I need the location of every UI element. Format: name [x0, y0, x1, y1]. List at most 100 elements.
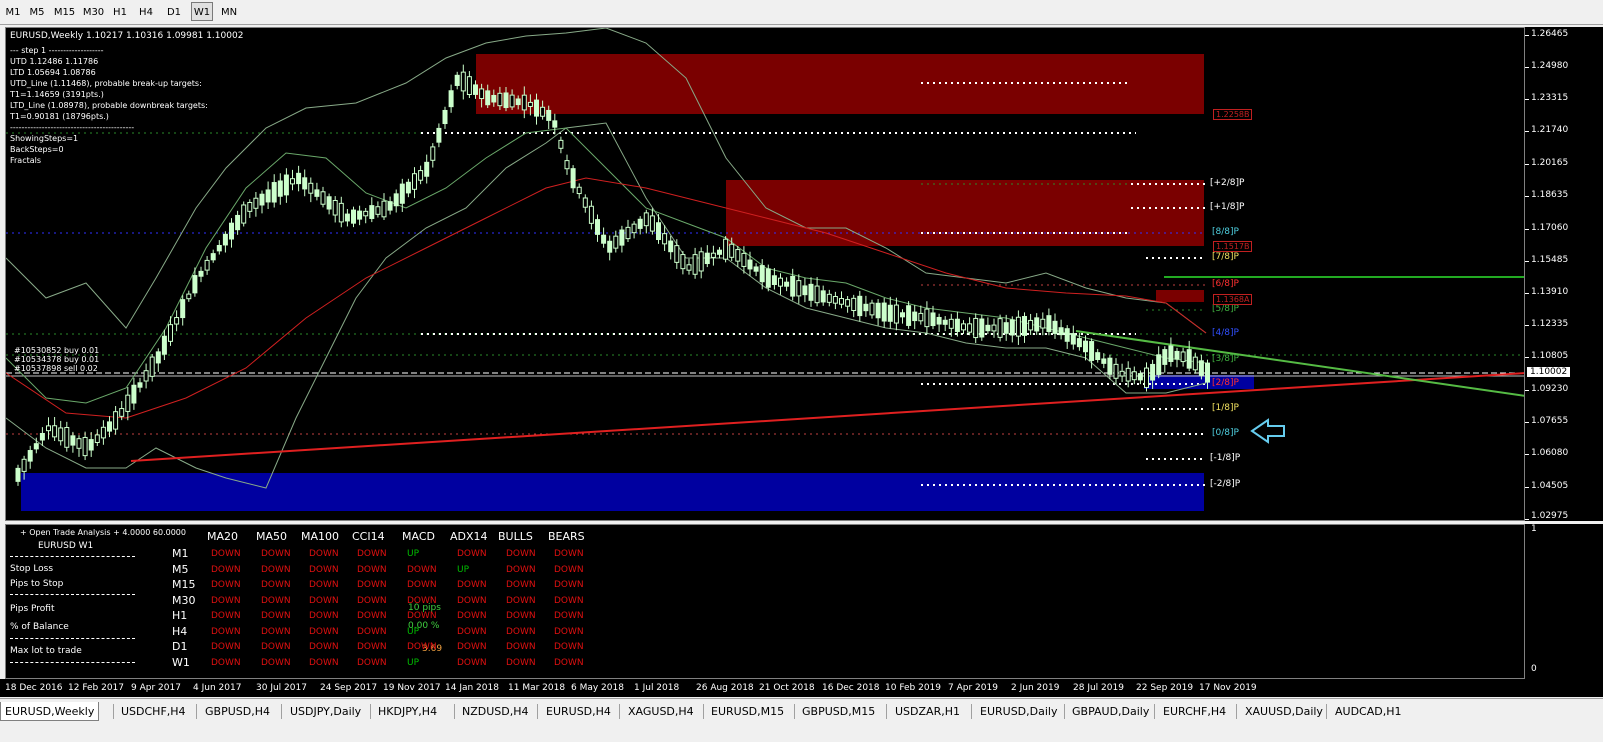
candle-body [168, 324, 173, 342]
matrix-cell: DOWN [457, 595, 487, 606]
candle-body [576, 186, 582, 195]
matrix-cell: DOWN [506, 595, 536, 606]
candle-body [1180, 351, 1186, 363]
candle-body [936, 316, 942, 325]
candle-body [1028, 319, 1034, 331]
tab-eurusd-daily[interactable]: EURUSD,Daily [980, 702, 1057, 721]
candle-body [881, 302, 887, 322]
candle-body [698, 251, 704, 272]
candle-body [290, 178, 295, 185]
matrix-cell: DOWN [211, 580, 241, 590]
tab-gbpusd-h4[interactable]: GBPUSD,H4 [205, 702, 270, 721]
matrix-cell: DOWN [554, 626, 584, 637]
tf-button-m30[interactable]: M30 [80, 2, 107, 21]
tab-eurusd-weekly[interactable]: EURUSD,Weekly [0, 702, 100, 721]
candle-body [637, 218, 643, 229]
candle-body [674, 245, 680, 263]
candle-body [619, 229, 625, 246]
tab-gbpusd-m15[interactable]: GBPUSD,M15 [802, 702, 875, 721]
matrix-cell: DOWN [261, 626, 291, 637]
matrix-row-timeframe: M30 [172, 593, 196, 607]
tab-eurusd-m15[interactable]: EURUSD,M15 [711, 702, 784, 721]
candle-body [265, 189, 271, 203]
tab-hkdjpy-h4[interactable]: HKDJPY,H4 [378, 702, 437, 721]
tf-button-h4[interactable]: H4 [135, 2, 157, 21]
murrey-label: [-2/8]P [1210, 479, 1241, 489]
candle-body [558, 139, 564, 149]
tf-button-m5[interactable]: M5 [26, 2, 48, 21]
zone-price-label: 1.1517B [1213, 241, 1253, 252]
candle-body [1150, 363, 1156, 381]
candle-body [802, 285, 808, 296]
candle-body [771, 275, 777, 286]
candle-body [338, 202, 344, 223]
candle-body [283, 174, 289, 196]
tab-gbpaud-daily[interactable]: GBPAUD,Daily [1072, 702, 1149, 721]
murrey-label: [1/8]P [1212, 403, 1239, 413]
candle-body [1144, 367, 1149, 388]
candle-body [918, 312, 924, 322]
matrix-cell: DOWN [457, 611, 487, 621]
candle-body [680, 254, 686, 270]
tf-button-d1[interactable]: D1 [163, 2, 185, 21]
tab-xagusd-h4[interactable]: XAGUSD,H4 [628, 702, 694, 721]
matrix-cell: DOWN [506, 611, 536, 621]
matrix-row-timeframe: H1 [172, 609, 188, 622]
tf-button-m15[interactable]: M15 [51, 2, 78, 21]
order-label[interactable]: #10534378 buy 0.01 [14, 355, 99, 364]
murrey-label: [+2/8]P [1210, 178, 1245, 188]
murrey-label: [3/8]P [1212, 354, 1239, 364]
matrix-col-header: MACD [402, 530, 435, 543]
candle-body [924, 308, 930, 328]
candle-body [1083, 340, 1088, 353]
candle-body [656, 222, 661, 241]
candle-body [662, 233, 668, 245]
tf-button-mn[interactable]: MN [217, 2, 241, 21]
tab-eurusd-h4[interactable]: EURUSD,H4 [546, 702, 611, 721]
chart-canvas [6, 28, 1524, 511]
tab-usdjpy-daily[interactable]: USDJPY,Daily [290, 702, 361, 721]
tab-xauusd-daily[interactable]: XAUUSD,Daily [1245, 702, 1323, 721]
time-axis: 18 Dec 2016 12 Feb 2017 9 Apr 2017 4 Jun… [0, 679, 1603, 697]
candle-body [235, 214, 241, 231]
order-labels: #10530852 buy 0.01 #10534378 buy 0.01 #1… [14, 346, 99, 373]
candle-body [460, 71, 466, 92]
tab-nzdusd-h4[interactable]: NZDUSD,H4 [462, 702, 529, 721]
candle-body [985, 324, 991, 332]
indicator-axis: 1 0 [1525, 524, 1603, 679]
candle-body [1076, 338, 1082, 348]
matrix-cell: DOWN [309, 642, 339, 652]
matrix-cell: DOWN [357, 595, 387, 606]
tf-button-m1[interactable]: M1 [2, 2, 24, 21]
order-label[interactable]: #10530852 buy 0.01 [14, 346, 99, 355]
matrix-cell: UP [407, 626, 420, 637]
candle-body [33, 443, 39, 450]
indicator-window[interactable]: + Open Trade Analysis + 4.0000 60.0000 E… [5, 524, 1525, 679]
tf-button-w1[interactable]: W1 [191, 2, 213, 21]
candle-body [222, 233, 228, 246]
info-line: UTD 1.12486 1.11786 [10, 57, 99, 66]
tab-eurchf-h4[interactable]: EURCHF,H4 [1163, 702, 1226, 721]
info-line: T1=1.14659 (3191pts.) [10, 90, 104, 99]
candle-body [1119, 370, 1125, 377]
candle-body [534, 99, 539, 117]
zone-price-label: 1.2258B [1213, 109, 1253, 120]
stop-loss-label: Stop Loss [10, 564, 54, 574]
candle-body [784, 281, 790, 287]
candle-body [1058, 327, 1064, 336]
candle-body [1034, 317, 1040, 332]
tab-usdzar-h1[interactable]: USDZAR,H1 [895, 702, 960, 721]
tab-usdchf-h4[interactable]: USDCHF,H4 [121, 702, 186, 721]
matrix-cell: DOWN [506, 564, 536, 575]
matrix-row-timeframe: M15 [172, 578, 196, 591]
order-label[interactable]: #10537898 sell 0.02 [14, 364, 99, 373]
candle-body [729, 243, 735, 258]
candle-body [137, 382, 143, 388]
tab-audcad-h1[interactable]: AUDCAD,H1 [1335, 702, 1402, 721]
price-chart[interactable]: EURUSD,Weekly 1.10217 1.10316 1.09981 1.… [5, 27, 1525, 521]
matrix-cell: DOWN [457, 549, 487, 559]
tf-button-h1[interactable]: H1 [109, 2, 131, 21]
murrey-label: [6/8]P [1212, 279, 1239, 289]
candle-body [247, 201, 253, 212]
candle-body [58, 427, 64, 442]
